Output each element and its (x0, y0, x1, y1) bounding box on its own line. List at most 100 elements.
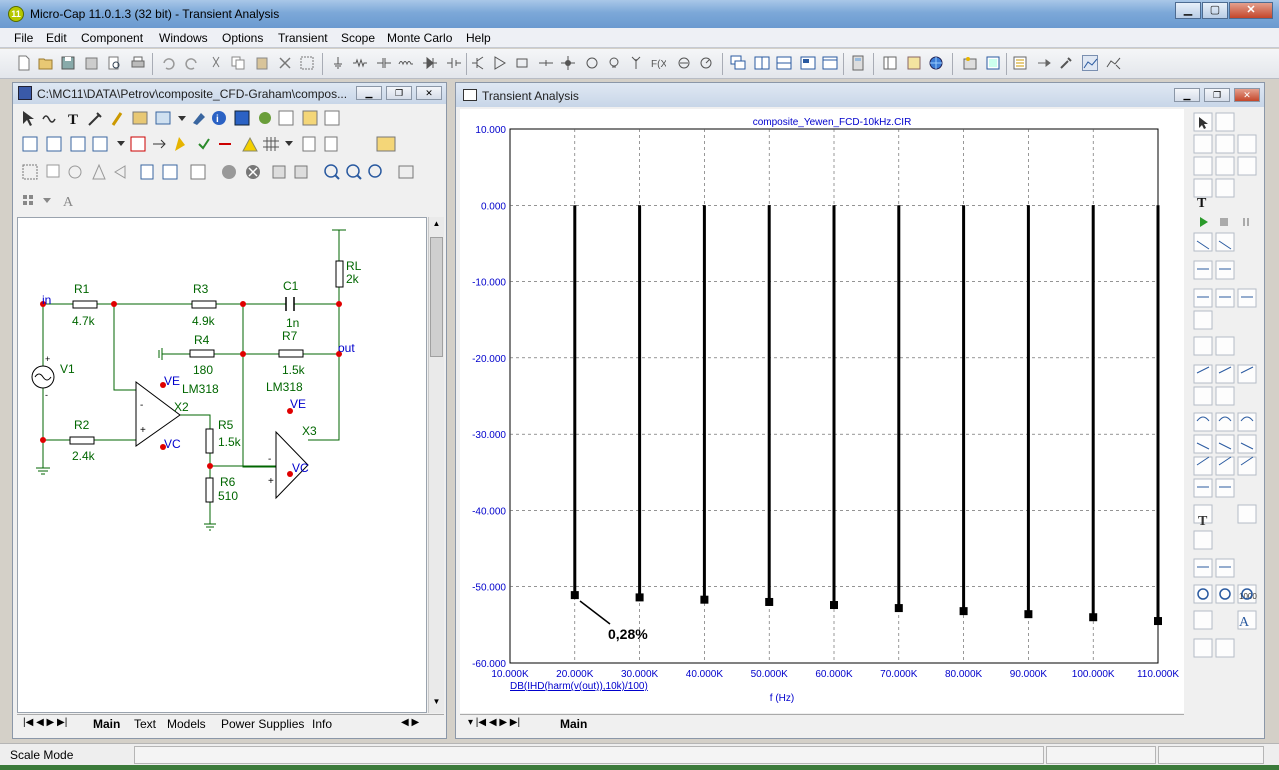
menu-component[interactable]: Component (81, 31, 143, 45)
tab-info[interactable]: Info (312, 717, 332, 731)
cut-icon[interactable] (208, 55, 224, 71)
meter-icon[interactable] (698, 55, 714, 71)
window-controls: ▁ ▢ ✕ (1174, 2, 1273, 19)
schematic-close-button[interactable]: ✕ (416, 86, 442, 100)
x3-vc-label: VC (292, 461, 309, 475)
schematic-canvas[interactable]: + - - + - + R1 4.7k R3 4.9k R4 180 C1 1n… (17, 217, 427, 713)
switch-icon[interactable] (676, 55, 692, 71)
schematic-minimize-button[interactable]: ▁ (356, 86, 382, 100)
close-button[interactable]: ✕ (1229, 2, 1273, 19)
schematic-tools-row-4[interactable]: A (13, 187, 446, 213)
schematic-tools-row-3[interactable] (13, 159, 446, 185)
open-folder-icon[interactable] (38, 55, 54, 71)
pencil-icon (111, 112, 123, 126)
menu-edit[interactable]: Edit (46, 31, 67, 45)
capacitor-icon[interactable] (376, 55, 392, 71)
tile-vertical-icon[interactable] (754, 55, 770, 71)
run-icon[interactable] (962, 55, 978, 71)
stepping-icon[interactable] (1012, 55, 1028, 71)
analysis-close-button[interactable]: ✕ (1234, 88, 1260, 102)
battery-icon[interactable] (446, 55, 462, 71)
analysis-restore-button[interactable]: ❐ (1204, 88, 1230, 102)
tab-main[interactable]: Main (93, 717, 120, 731)
plot-mode-icon[interactable] (1082, 55, 1098, 71)
plot-area[interactable]: composite_Yewen_FCD-10kHz.CIR 10.000 0.00… (460, 109, 1184, 713)
schematic-tools-row-1[interactable]: T i (13, 105, 446, 131)
tools-icon[interactable] (1058, 55, 1074, 71)
calculator-icon[interactable] (850, 55, 866, 71)
rl-name: RL (346, 259, 362, 273)
menu-bar: File Edit Component Windows Options Tran… (0, 28, 1279, 48)
y-tick-label: 0.000 (481, 201, 506, 212)
c1-plates (285, 297, 295, 311)
limits-icon[interactable] (985, 55, 1001, 71)
scroll-thumb[interactable] (430, 237, 443, 357)
analysis-tool-buttons[interactable]: T T 1000 A (1186, 109, 1264, 729)
annotation-label[interactable]: 0,28% (608, 626, 648, 642)
save-all-icon[interactable] (84, 55, 100, 71)
scale-mode-icon[interactable] (1106, 55, 1122, 71)
minimize-button[interactable]: ▁ (1175, 2, 1201, 19)
antenna-icon[interactable] (628, 55, 644, 71)
undo-icon[interactable] (160, 55, 176, 71)
analysis-tab-nav-icons[interactable]: ▾ |◀ ◀ ▶ ▶| (468, 717, 520, 728)
redo-icon[interactable] (184, 55, 200, 71)
tab-power-supplies[interactable]: Power Supplies (221, 717, 304, 731)
rl-body (335, 260, 344, 288)
print-preview-icon[interactable] (106, 55, 122, 71)
scroll-down-icon[interactable]: ▼ (431, 697, 442, 709)
menu-transient[interactable]: Transient (278, 31, 328, 45)
help-icon (234, 110, 250, 126)
menu-file[interactable]: File (14, 31, 33, 45)
transformer-icon[interactable] (514, 55, 530, 71)
component-panel-icon[interactable] (882, 55, 898, 71)
schematic-vertical-scrollbar[interactable]: ▲ ▼ (428, 217, 444, 713)
y-axis-ticks: 10.000 0.000 -10.000 -20.000 -30.000 -40.000 -… (472, 125, 506, 670)
r5-body (205, 428, 214, 454)
y-axis-expression[interactable]: DB(IHD(harm(v(out)),10k)/100) (510, 681, 648, 692)
opamp-icon[interactable] (492, 55, 508, 71)
tab-models[interactable]: Models (167, 717, 206, 731)
harmonic-point (959, 607, 968, 616)
menu-help[interactable]: Help (466, 31, 491, 45)
menu-monte-carlo[interactable]: Monte Carlo (387, 31, 452, 45)
print-icon[interactable] (130, 55, 146, 71)
properties-icon[interactable] (906, 55, 922, 71)
tab-scroll-icons[interactable]: ◀ ▶ (401, 717, 419, 728)
maximize-button[interactable]: ▢ (1202, 2, 1228, 19)
npn-icon[interactable] (470, 55, 486, 71)
node-icon[interactable] (560, 55, 576, 71)
diode-icon[interactable] (422, 55, 438, 71)
analysis-minimize-button[interactable]: ▁ (1174, 88, 1200, 102)
menu-scope[interactable]: Scope (341, 31, 375, 45)
harmonic-point (570, 591, 579, 600)
tile-horizontal-icon[interactable] (776, 55, 792, 71)
copy-icon[interactable] (230, 55, 246, 71)
ground-icon[interactable] (330, 55, 346, 71)
analysis-tab-main[interactable]: Main (560, 717, 587, 731)
source-icon[interactable] (584, 55, 600, 71)
globe-icon[interactable] (928, 55, 944, 71)
function-icon[interactable]: F(X) (650, 55, 670, 71)
tab-text[interactable]: Text (134, 717, 156, 731)
save-icon[interactable] (60, 55, 76, 71)
y-tick-label: -20.000 (472, 354, 506, 365)
inductor-icon[interactable] (398, 55, 414, 71)
lamp-icon[interactable] (606, 55, 622, 71)
scroll-up-icon[interactable]: ▲ (431, 219, 442, 231)
tab-nav-icons[interactable]: |◀ ◀ ▶ ▶| (23, 717, 67, 728)
resistor-icon[interactable] (352, 55, 368, 71)
new-file-icon[interactable] (16, 55, 32, 71)
wire-icon[interactable] (538, 55, 554, 71)
overlap-icon[interactable] (800, 55, 816, 71)
paste-icon[interactable] (254, 55, 270, 71)
cascade-icon[interactable] (730, 55, 746, 71)
menu-options[interactable]: Options (222, 31, 263, 45)
window-icon[interactable] (822, 55, 838, 71)
schematic-restore-button[interactable]: ❐ (386, 86, 412, 100)
schematic-tools-row-2[interactable] (13, 131, 446, 157)
select-all-icon[interactable] (299, 55, 315, 71)
delete-icon[interactable] (277, 55, 293, 71)
menu-windows[interactable]: Windows (159, 31, 208, 45)
optimize-icon[interactable] (1036, 55, 1052, 71)
